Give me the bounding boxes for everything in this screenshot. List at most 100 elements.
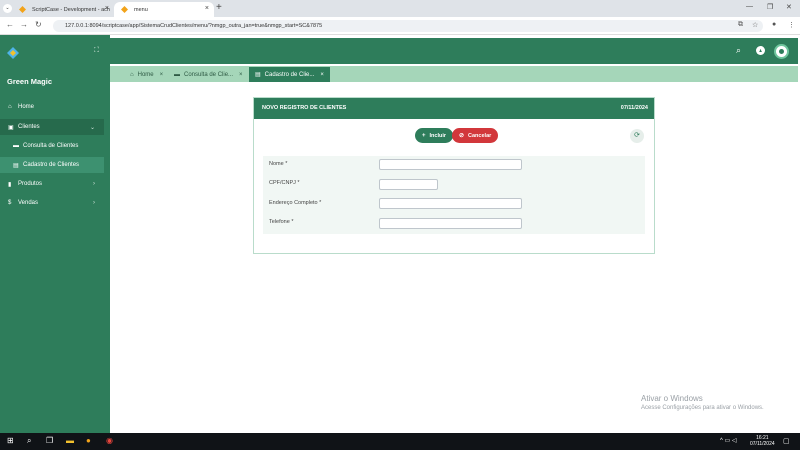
forward-icon[interactable]: → [20, 20, 28, 29]
app-top-bar: ⌕ ♟ [110, 38, 798, 64]
form-title: NOVO REGISTRO DE CLIENTES [262, 105, 347, 111]
close-icon[interactable]: × [320, 72, 324, 78]
sidebar-item-cadastro-clientes[interactable]: ▤ Cadastro de Clientes [0, 157, 104, 173]
address-bar: ← → ↻ 127.0.0.1:8094/scriptcase/app/Sist… [0, 17, 800, 35]
chevron-right-icon: › [93, 181, 95, 187]
windows-start-icon[interactable]: ⊞ [7, 436, 14, 445]
user-menu-icon[interactable]: ♟ [756, 46, 765, 55]
home-icon: ⌂ [8, 104, 12, 110]
chrome-icon[interactable]: ◉ [106, 436, 113, 445]
logo-icon [7, 47, 19, 59]
sidebar-item-label: Clientes [18, 124, 40, 130]
close-icon[interactable]: × [239, 72, 243, 78]
sidebar-item-home[interactable]: ⌂ Home [0, 99, 104, 115]
plus-icon: + [422, 132, 426, 139]
file-explorer-icon[interactable]: ▬ [66, 436, 74, 445]
watermark-title: Ativar o Windows [641, 394, 703, 403]
browser-tab-title: menu [134, 6, 148, 13]
minimize-icon[interactable]: — [746, 3, 753, 10]
taskbar: ⊞ ⌕ ❐ ▬ ● ◉ ^ ▭ ◁ 16:21 07/11/2024 ▢ [0, 433, 800, 450]
task-view-icon[interactable]: ❐ [46, 436, 53, 445]
form-fields: Nome * CPF/CNPJ * Endereço Completo * Te… [263, 156, 645, 234]
sidebar: ⛶ Green Magic ⌂ Home ▣ Clientes ⌄ ▬ Cons… [0, 35, 110, 433]
close-icon[interactable]: × [205, 5, 209, 12]
search-icon[interactable]: ⌕ [27, 436, 31, 446]
telefone-input[interactable] [379, 218, 522, 229]
search-icon[interactable]: ⌕ [736, 45, 741, 56]
browser-tab-scriptcase[interactable]: ScriptCase - Development - ach × [12, 2, 114, 17]
box-icon: ▮ [8, 181, 12, 188]
tab-label: Consulta de Clie... [184, 71, 234, 78]
endereco-label: Endereço Completo * [269, 200, 322, 206]
browser-tab-title: ScriptCase - Development - ach [32, 6, 110, 13]
cpf-cnpj-label: CPF/CNPJ * [269, 180, 300, 186]
watermark-subtitle: Acesse Configurações para ativar o Windo… [641, 405, 764, 411]
new-tab-icon[interactable]: + [216, 2, 222, 13]
browser-tab-menu[interactable]: menu × [114, 2, 214, 17]
sidebar-item-consulta-clientes[interactable]: ▬ Consulta de Clientes [0, 138, 104, 154]
cancel-icon: ⊘ [459, 133, 465, 139]
translate-icon[interactable]: ⧉ [738, 21, 743, 29]
avatar[interactable] [774, 44, 789, 59]
table-icon: ▬ [174, 71, 180, 78]
reload-icon[interactable]: ↻ [35, 20, 42, 29]
tab-label: Cadastro de Clie... [264, 71, 315, 78]
browser-menu-icon[interactable]: ⋮ [788, 21, 795, 29]
telefone-label: Telefone * [269, 219, 294, 225]
close-icon[interactable]: × [105, 5, 109, 12]
url-text: 127.0.0.1:8094/scriptcase/app/SistemaCru… [65, 23, 323, 29]
id-card-icon: ▣ [8, 124, 14, 131]
sidebar-item-vendas[interactable]: $ Vendas › [0, 195, 104, 211]
sidebar-item-label: Produtos [18, 181, 43, 187]
restore-icon[interactable]: ❐ [767, 3, 773, 11]
app-icon[interactable]: ● [86, 436, 91, 445]
form-panel: NOVO REGISTRO DE CLIENTES 07/11/2024 + I… [253, 97, 655, 254]
nome-input[interactable] [379, 159, 522, 170]
form-icon: ▤ [13, 162, 19, 169]
form-date: 07/11/2024 [620, 105, 648, 111]
bookmark-star-icon[interactable]: ☆ [752, 21, 758, 29]
chevron-down-icon: ⌄ [89, 124, 95, 131]
url-field[interactable]: 127.0.0.1:8094/scriptcase/app/SistemaCru… [53, 20, 763, 32]
clock-date: 07/11/2024 [750, 441, 775, 447]
collapse-menu-icon[interactable]: ⛶ [94, 47, 99, 55]
cancelar-button[interactable]: ⊘ Cancelar [452, 128, 499, 143]
sidebar-item-label: Vendas [18, 200, 39, 206]
cancelar-label: Cancelar [468, 132, 492, 139]
back-icon[interactable]: ← [6, 20, 14, 29]
tab-search-icon[interactable]: ⌄ [3, 4, 12, 13]
scriptcase-favicon-icon [19, 6, 26, 13]
brand-name: Green Magic [7, 77, 53, 86]
profile-icon[interactable]: ● [772, 21, 776, 28]
clock[interactable]: 16:21 07/11/2024 [750, 435, 775, 447]
cpf-cnpj-input[interactable] [379, 179, 438, 190]
home-icon: ⌂ [130, 71, 134, 78]
form-header: NOVO REGISTRO DE CLIENTES 07/11/2024 [254, 98, 654, 119]
sidebar-item-clientes[interactable]: ▣ Clientes ⌄ [0, 119, 104, 135]
tab-home[interactable]: ⌂ Home × [130, 67, 163, 82]
dollar-icon: $ [8, 200, 12, 206]
form-icon: ▤ [255, 72, 261, 78]
scriptcase-favicon-icon [121, 6, 128, 13]
tab-consulta-clientes[interactable]: ▬ Consulta de Clie... × [174, 67, 243, 82]
nome-label: Nome * [269, 161, 288, 167]
windows-activation-watermark: Ativar o Windows Acesse Configurações pa… [641, 394, 764, 411]
sidebar-item-label: Home [18, 104, 35, 110]
endereco-input[interactable] [379, 198, 522, 209]
close-icon[interactable]: × [160, 72, 164, 78]
app-tabs-bar: ⌂ Home × ▬ Consulta de Clie... × ▤ Cadas… [110, 66, 798, 82]
sidebar-item-produtos[interactable]: ▮ Produtos › [0, 176, 104, 192]
browser-tab-strip: ⌄ ScriptCase - Development - ach × menu … [0, 0, 800, 17]
notification-icon[interactable]: ▢ [783, 437, 790, 445]
sidebar-item-label: Cadastro de Clientes [23, 162, 80, 168]
table-icon: ▬ [13, 143, 19, 149]
system-tray-icon[interactable]: ^ ▭ ◁ [720, 437, 736, 444]
refresh-icon[interactable]: ⟳ [630, 129, 644, 143]
incluir-label: Incluir [429, 132, 447, 139]
tab-cadastro-clientes[interactable]: ▤ Cadastro de Clie... × [249, 67, 330, 82]
chevron-right-icon: › [93, 200, 95, 206]
incluir-button[interactable]: + Incluir [415, 128, 454, 143]
sidebar-item-label: Consulta de Clientes [23, 143, 79, 149]
tab-label: Home [137, 71, 154, 78]
window-close-icon[interactable]: ✕ [786, 3, 792, 11]
